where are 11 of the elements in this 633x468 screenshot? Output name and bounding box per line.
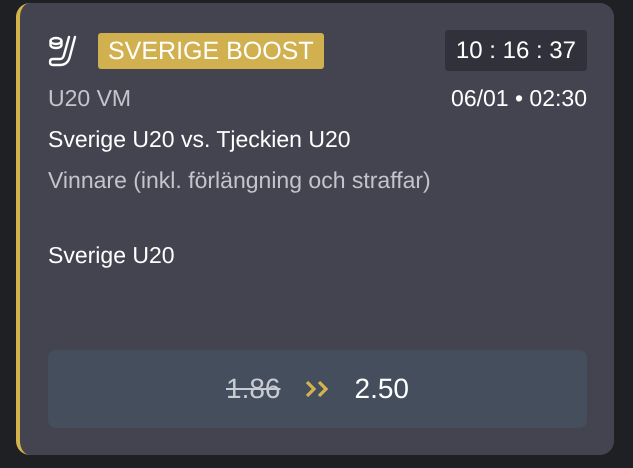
market-name: Vinnare (inkl. förlängning och straffar)	[48, 167, 431, 194]
old-odds: 1.86	[226, 373, 280, 405]
boost-badge: SVERIGE BOOST	[98, 32, 324, 68]
odds-panel[interactable]: 1.86 2.50	[48, 350, 587, 428]
competition-name: U20 VM	[48, 85, 132, 112]
double-chevron-icon	[304, 380, 330, 398]
countdown-timer: 10 : 16 : 37	[444, 30, 587, 71]
start-time: 06/01 • 02:30	[451, 85, 587, 112]
boosted-odds: 2.50	[354, 373, 409, 405]
selection-name: Sverige U20	[48, 242, 175, 269]
match-name: Sverige U20 vs. Tjeckien U20	[48, 126, 351, 153]
